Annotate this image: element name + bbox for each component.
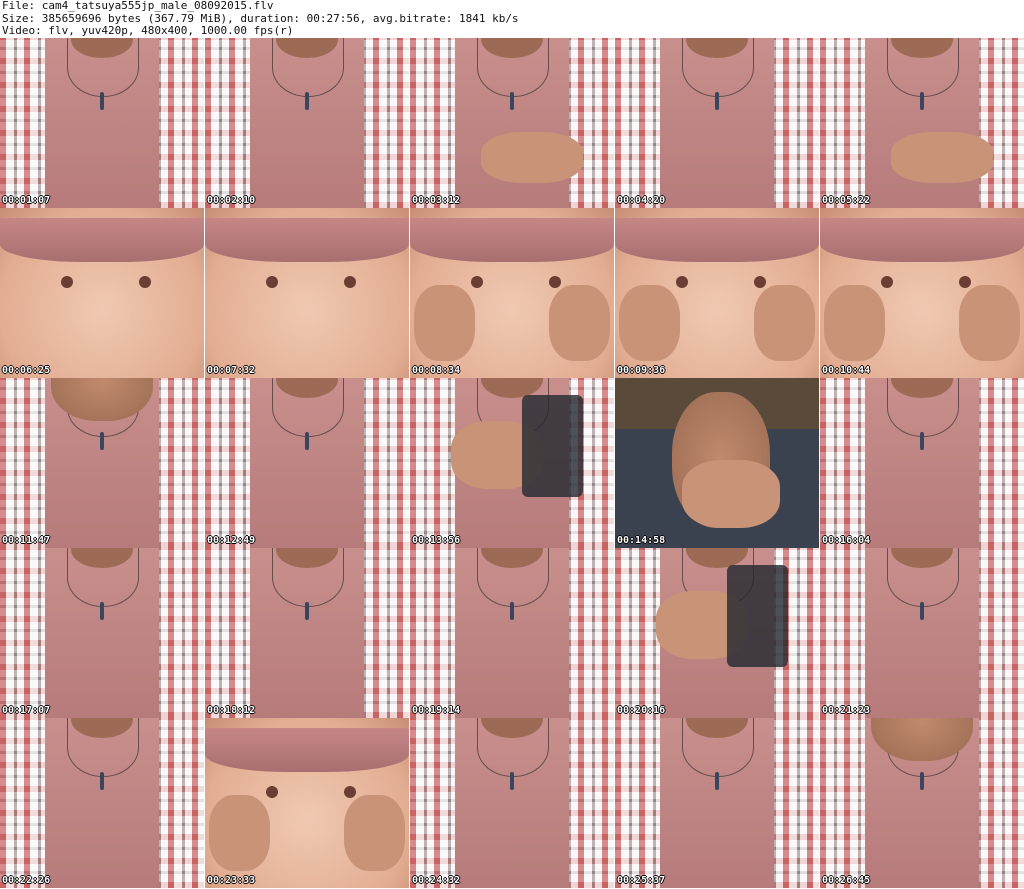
thumbnail: 00:17:07 (0, 548, 204, 718)
timestamp-label: 00:09:36 (617, 365, 666, 376)
thumbnail: 00:01:07 (0, 38, 204, 208)
thumbnail-image (205, 548, 409, 718)
thumbnail-grid: 00:01:07 00:02:10 00:03:12 00:04:20 00:05:22… (0, 38, 1024, 889)
thumbnail: 00:13:56 (410, 378, 614, 548)
timestamp-label: 00:18:12 (207, 705, 256, 716)
thumbnail-image (0, 718, 204, 888)
timestamp-label: 00:22:26 (2, 875, 51, 886)
timestamp-label: 00:26:45 (822, 875, 871, 886)
timestamp-label: 00:16:04 (822, 535, 871, 546)
thumbnail: 00:04:20 (615, 38, 819, 208)
thumbnail-image (0, 378, 204, 548)
timestamp-label: 00:06:25 (2, 365, 51, 376)
timestamp-label: 00:07:32 (207, 365, 256, 376)
thumbnail: 00:07:32 (205, 208, 409, 378)
thumbnail-image (410, 718, 614, 888)
timestamp-label: 00:05:22 (822, 195, 871, 206)
thumbnail: 00:23:33 (205, 718, 409, 888)
thumbnail-image (0, 208, 204, 378)
thumbnail-image (0, 548, 204, 718)
thumbnail: 00:06:25 (0, 208, 204, 378)
timestamp-label: 00:23:33 (207, 875, 256, 886)
thumbnail: 00:11:47 (0, 378, 204, 548)
thumbnail-image (410, 548, 614, 718)
thumbnail: 00:19:14 (410, 548, 614, 718)
thumbnail: 00:20:16 (615, 548, 819, 718)
thumbnail-image (615, 718, 819, 888)
timestamp-label: 00:10:44 (822, 365, 871, 376)
thumbnail-image (410, 208, 614, 378)
timestamp-label: 00:13:56 (412, 535, 461, 546)
thumbnail-image (0, 38, 204, 208)
thumbnail-image (820, 38, 1024, 208)
timestamp-label: 00:11:47 (2, 535, 51, 546)
timestamp-label: 00:14:58 (617, 535, 666, 546)
thumbnail-image (615, 378, 819, 548)
timestamp-label: 00:02:10 (207, 195, 256, 206)
timestamp-label: 00:03:12 (412, 195, 461, 206)
thumbnail-image (410, 38, 614, 208)
timestamp-label: 00:21:23 (822, 705, 871, 716)
thumbnail: 00:25:37 (615, 718, 819, 888)
thumbnail-image (205, 718, 409, 888)
timestamp-label: 00:08:34 (412, 365, 461, 376)
thumbnail: 00:22:26 (0, 718, 204, 888)
timestamp-label: 00:01:07 (2, 195, 51, 206)
thumbnail-image (615, 548, 819, 718)
thumbnail: 00:12:49 (205, 378, 409, 548)
file-info-header: File: cam4_tatsuya555jp_male_08092015.fl… (2, 0, 1022, 38)
thumbnail: 00:24:32 (410, 718, 614, 888)
thumbnail: 00:16:04 (820, 378, 1024, 548)
timestamp-label: 00:25:37 (617, 875, 666, 886)
thumbnail-image (205, 378, 409, 548)
thumbnail: 00:09:36 (615, 208, 819, 378)
timestamp-label: 00:24:32 (412, 875, 461, 886)
thumbnail: 00:26:45 (820, 718, 1024, 888)
thumbnail-image (820, 378, 1024, 548)
thumbnail-image (820, 718, 1024, 888)
thumbnail: 00:14:58 (615, 378, 819, 548)
timestamp-label: 00:20:16 (617, 705, 666, 716)
timestamp-label: 00:17:07 (2, 705, 51, 716)
thumbnail: 00:08:34 (410, 208, 614, 378)
thumbnail: 00:03:12 (410, 38, 614, 208)
timestamp-label: 00:12:49 (207, 535, 256, 546)
thumbnail: 00:10:44 (820, 208, 1024, 378)
timestamp-label: 00:04:20 (617, 195, 666, 206)
thumbnail-image (820, 548, 1024, 718)
timestamp-label: 00:19:14 (412, 705, 461, 716)
video-info-line: Video: flv, yuv420p, 480x400, 1000.00 fp… (2, 24, 294, 37)
file-name-line: File: cam4_tatsuya555jp_male_08092015.fl… (2, 0, 274, 12)
thumbnail-image (615, 208, 819, 378)
thumbnail-image (820, 208, 1024, 378)
thumbnail-image (410, 378, 614, 548)
thumbnail-image (205, 38, 409, 208)
thumbnail: 00:05:22 (820, 38, 1024, 208)
thumbnail: 00:18:12 (205, 548, 409, 718)
thumbnail-image (205, 208, 409, 378)
thumbnail: 00:02:10 (205, 38, 409, 208)
thumbnail: 00:21:23 (820, 548, 1024, 718)
thumbnail-image (615, 38, 819, 208)
